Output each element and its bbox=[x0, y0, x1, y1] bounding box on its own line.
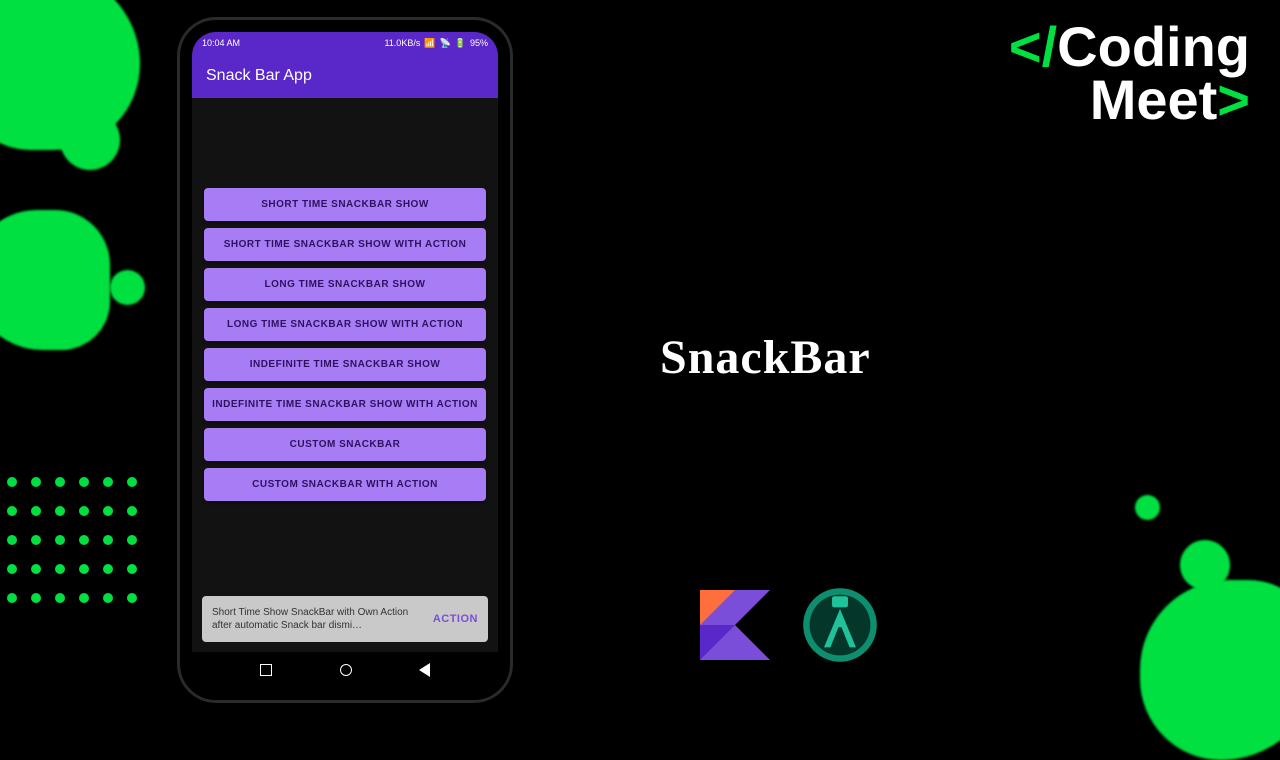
long-snackbar-action-button[interactable]: LONG TIME SNACKBAR SHOW WITH ACTION bbox=[204, 308, 486, 341]
indefinite-snackbar-button[interactable]: INDEFINITE TIME SNACKBAR SHOW bbox=[204, 348, 486, 381]
channel-logo: </Coding Meet> bbox=[1009, 20, 1250, 126]
paint-splat bbox=[1140, 580, 1280, 760]
snackbar-message: Short Time Show SnackBar with Own Action… bbox=[212, 606, 425, 632]
kotlin-icon bbox=[700, 590, 770, 665]
wifi-icon: 📡 bbox=[440, 38, 451, 49]
battery-icon: 🔋 bbox=[455, 38, 466, 49]
back-icon[interactable] bbox=[419, 663, 430, 677]
home-icon[interactable] bbox=[340, 664, 352, 676]
status-time: 10:04 AM bbox=[202, 38, 240, 48]
tech-icons bbox=[700, 585, 880, 670]
long-snackbar-button[interactable]: LONG TIME SNACKBAR SHOW bbox=[204, 268, 486, 301]
status-battery: 95% bbox=[470, 38, 488, 48]
custom-snackbar-button[interactable]: CUSTOM SNACKBAR bbox=[204, 428, 486, 461]
paint-splat bbox=[1135, 495, 1160, 520]
android-nav-bar bbox=[192, 652, 498, 688]
android-studio-icon bbox=[800, 585, 880, 670]
status-speed: 11.0KB/s bbox=[384, 38, 420, 48]
status-bar: 10:04 AM 11.0KB/s 📶 📡 🔋 95% bbox=[192, 32, 498, 54]
snackbar-action-button[interactable]: ACTION bbox=[433, 613, 478, 625]
paint-splat bbox=[0, 210, 110, 350]
paint-splat bbox=[1180, 540, 1230, 590]
signal-icon: 📶 bbox=[424, 38, 435, 49]
indefinite-snackbar-action-button[interactable]: INDEFINITE TIME SNACKBAR SHOW WITH ACTIO… bbox=[204, 388, 486, 421]
snackbar: Short Time Show SnackBar with Own Action… bbox=[202, 596, 488, 642]
short-snackbar-button[interactable]: SHORT TIME SNACKBAR SHOW bbox=[204, 188, 486, 221]
page-title: SnackBar bbox=[660, 330, 871, 385]
phone-frame: 10:04 AM 11.0KB/s 📶 📡 🔋 95% Snack Bar Ap… bbox=[180, 20, 510, 700]
app-content: SHORT TIME SNACKBAR SHOW SHORT TIME SNAC… bbox=[192, 98, 498, 652]
app-bar: Snack Bar App bbox=[192, 54, 498, 98]
short-snackbar-action-button[interactable]: SHORT TIME SNACKBAR SHOW WITH ACTION bbox=[204, 228, 486, 261]
recents-icon[interactable] bbox=[260, 664, 272, 676]
paint-splat bbox=[60, 110, 120, 170]
paint-splat bbox=[110, 270, 145, 305]
custom-snackbar-action-button[interactable]: CUSTOM SNACKBAR WITH ACTION bbox=[204, 468, 486, 501]
dot-grid bbox=[0, 470, 180, 630]
app-bar-title: Snack Bar App bbox=[206, 67, 312, 85]
